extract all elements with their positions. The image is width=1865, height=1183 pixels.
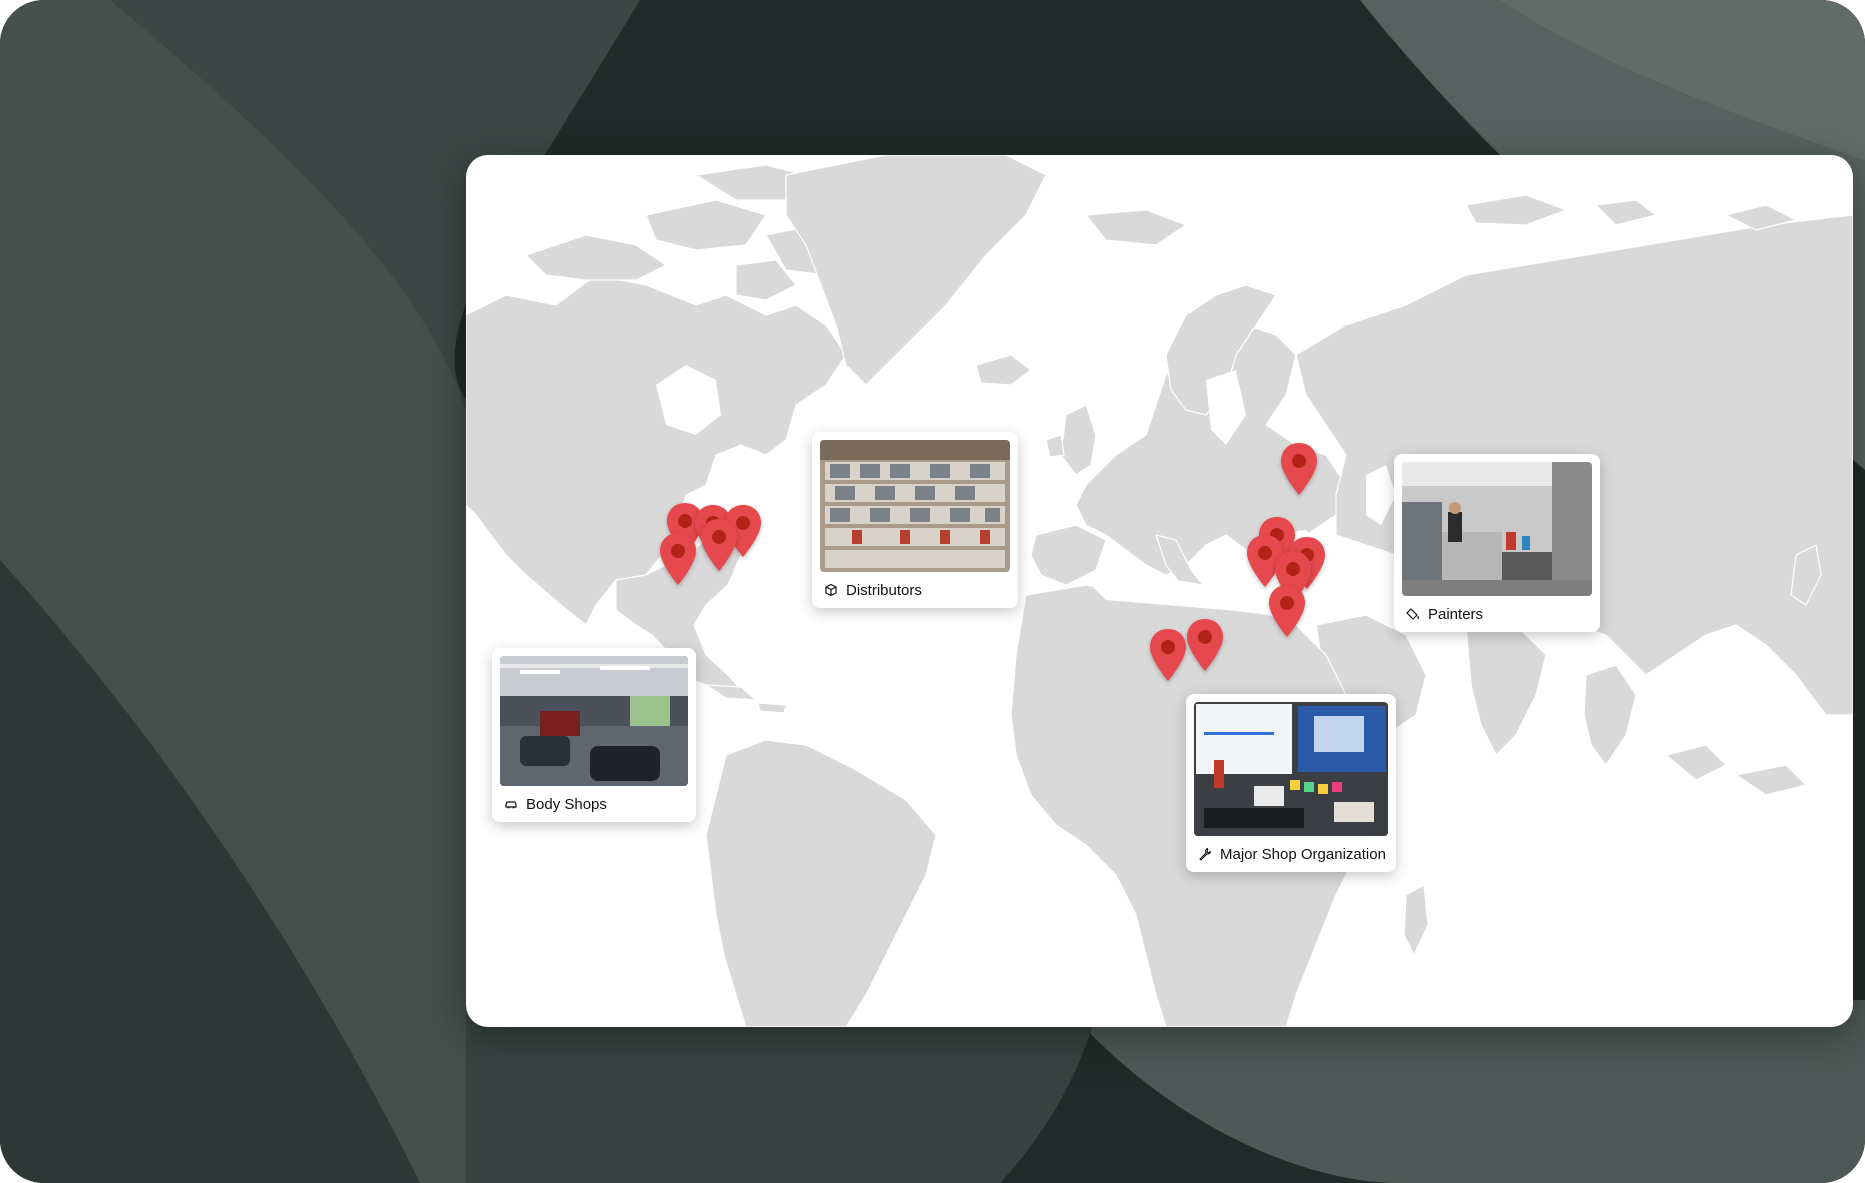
- major-shop-photo: [1194, 702, 1388, 836]
- location-pin[interactable]: [1266, 583, 1308, 639]
- car-icon: [504, 797, 518, 811]
- location-pin[interactable]: [1184, 617, 1226, 673]
- body-shop-photo: [500, 656, 688, 786]
- page-background: Body Shops Distributors Painters Major S…: [0, 0, 1865, 1183]
- callout-label: Major Shop Organization: [1220, 845, 1386, 863]
- body-shops-callout[interactable]: Body Shops: [492, 648, 696, 822]
- major-shop-organization-callout[interactable]: Major Shop Organization: [1186, 694, 1396, 872]
- wrench-icon: [1198, 847, 1212, 861]
- package-icon: [824, 583, 838, 597]
- location-pin[interactable]: [1147, 627, 1189, 683]
- callout-label: Distributors: [846, 581, 922, 599]
- painters-callout[interactable]: Painters: [1394, 454, 1600, 632]
- callout-label: Painters: [1428, 605, 1484, 623]
- distributors-photo: [820, 440, 1010, 572]
- distributors-callout[interactable]: Distributors: [812, 432, 1018, 608]
- painters-photo: [1402, 462, 1592, 596]
- location-pin[interactable]: [657, 531, 699, 587]
- callout-label: Body Shops: [526, 795, 607, 813]
- world-map[interactable]: Body Shops Distributors Painters Major S…: [466, 155, 1853, 1027]
- location-pin[interactable]: [698, 517, 740, 573]
- world-map-land: [466, 155, 1853, 1027]
- paint-bucket-icon: [1406, 607, 1420, 621]
- location-pin[interactable]: [1278, 441, 1320, 497]
